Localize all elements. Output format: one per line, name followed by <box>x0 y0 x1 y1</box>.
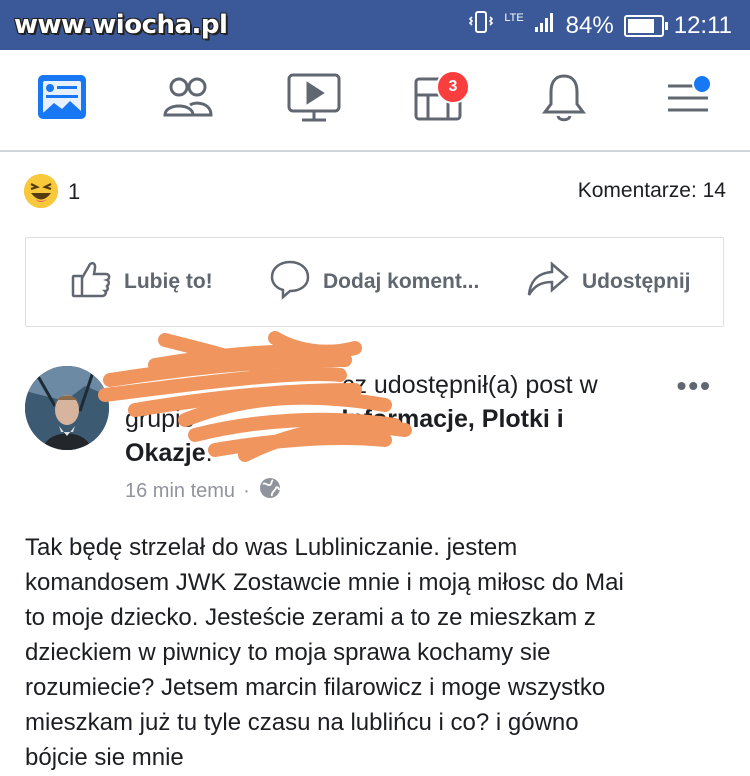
comment-label: Dodaj koment... <box>323 270 480 293</box>
network-label: LTE <box>504 11 524 24</box>
watermark: www.wiocha.pl <box>14 10 228 40</box>
nav-notifications[interactable] <box>534 72 594 128</box>
top-navigation: 3 <box>0 50 750 152</box>
globe-icon <box>258 476 282 506</box>
author-name[interactable] <box>335 371 342 399</box>
thumbs-up-icon <box>70 258 112 306</box>
haha-reaction-icon[interactable] <box>24 174 58 208</box>
post-meta: 16 min temu · <box>125 476 282 506</box>
post-body: Tak będę strzelał do was Lubliniczanie. … <box>25 530 735 775</box>
status-icons: LTE 84% 12:11 <box>468 10 732 41</box>
like-label: Lubię to! <box>124 270 213 293</box>
meta-separator: · <box>243 479 250 502</box>
notifications-bell-icon <box>540 72 588 129</box>
post-time[interactable]: 16 min temu <box>125 480 235 503</box>
post-body-line: komandosem JWK Zostawcie mnie i moją mił… <box>25 569 624 596</box>
post-header: cz udostępnił(a) post w grupie Informacj… <box>125 368 665 470</box>
comment-bubble-icon <box>269 258 311 306</box>
clock: 12:11 <box>673 11 732 39</box>
groups-badge: 3 <box>436 70 470 104</box>
shared-text: cz udostępnił(a) post w <box>341 371 598 399</box>
watch-icon <box>286 72 342 129</box>
post-options-button[interactable]: ••• <box>677 370 712 402</box>
reactions-summary: 1 Komentarze: 14 <box>24 170 726 214</box>
comment-button[interactable]: Dodaj koment... <box>269 238 479 326</box>
menu-notification-dot <box>692 74 712 94</box>
header-period: . <box>205 439 213 467</box>
header-line-3: Okazje. <box>125 436 665 470</box>
nav-friends[interactable] <box>158 72 218 128</box>
post-body-line: Tak będę strzelał do was Lubliniczanie. … <box>25 534 518 561</box>
nav-menu[interactable] <box>658 72 718 128</box>
post-body-line: bójcie sie mnie <box>25 744 184 771</box>
news-feed-icon <box>36 73 88 128</box>
comments-count[interactable]: Komentarze: 14 <box>578 179 726 203</box>
like-button[interactable]: Lubię to! <box>70 238 213 326</box>
reaction-count[interactable]: 1 <box>68 179 80 205</box>
vibrate-icon <box>468 10 494 41</box>
header-line-1: cz udostępnił(a) post w <box>125 368 665 402</box>
post-body-line: mieszkam już tu tyle czasu na lublińcu i… <box>25 709 579 736</box>
nav-news-feed[interactable] <box>32 72 92 128</box>
group-name-part-2[interactable]: Okazje <box>125 439 206 467</box>
group-prefix: grupie <box>125 405 195 433</box>
signal-icon <box>534 11 556 40</box>
nav-groups[interactable]: 3 <box>408 70 470 128</box>
avatar[interactable] <box>25 366 109 450</box>
share-label: Udostępnij <box>582 270 691 293</box>
battery-percent: 84% <box>565 11 614 39</box>
share-arrow-icon <box>526 258 570 306</box>
status-bar: www.wiocha.pl LTE 84% 12:11 <box>0 0 750 50</box>
header-line-2: grupie Informacje, Plotki i <box>125 402 665 436</box>
battery-icon <box>623 14 668 37</box>
nav-watch[interactable] <box>284 72 344 128</box>
battery-fill <box>627 18 655 33</box>
friends-icon <box>162 73 214 128</box>
post-body-line: dzieckiem w piwnicy to moja sprawa kocha… <box>25 639 551 666</box>
group-name-part-1[interactable]: Informacje, Plotki i <box>341 405 563 433</box>
post-actions: Lubię to! Dodaj koment... Udostępnij <box>25 237 724 327</box>
post-body-line: rozumiecie? Jetsem marcin filarowicz i m… <box>25 674 606 701</box>
post-body-line: to moje dziecko. Jesteście zerami a to z… <box>25 604 596 631</box>
share-button[interactable]: Udostępnij <box>526 238 691 326</box>
